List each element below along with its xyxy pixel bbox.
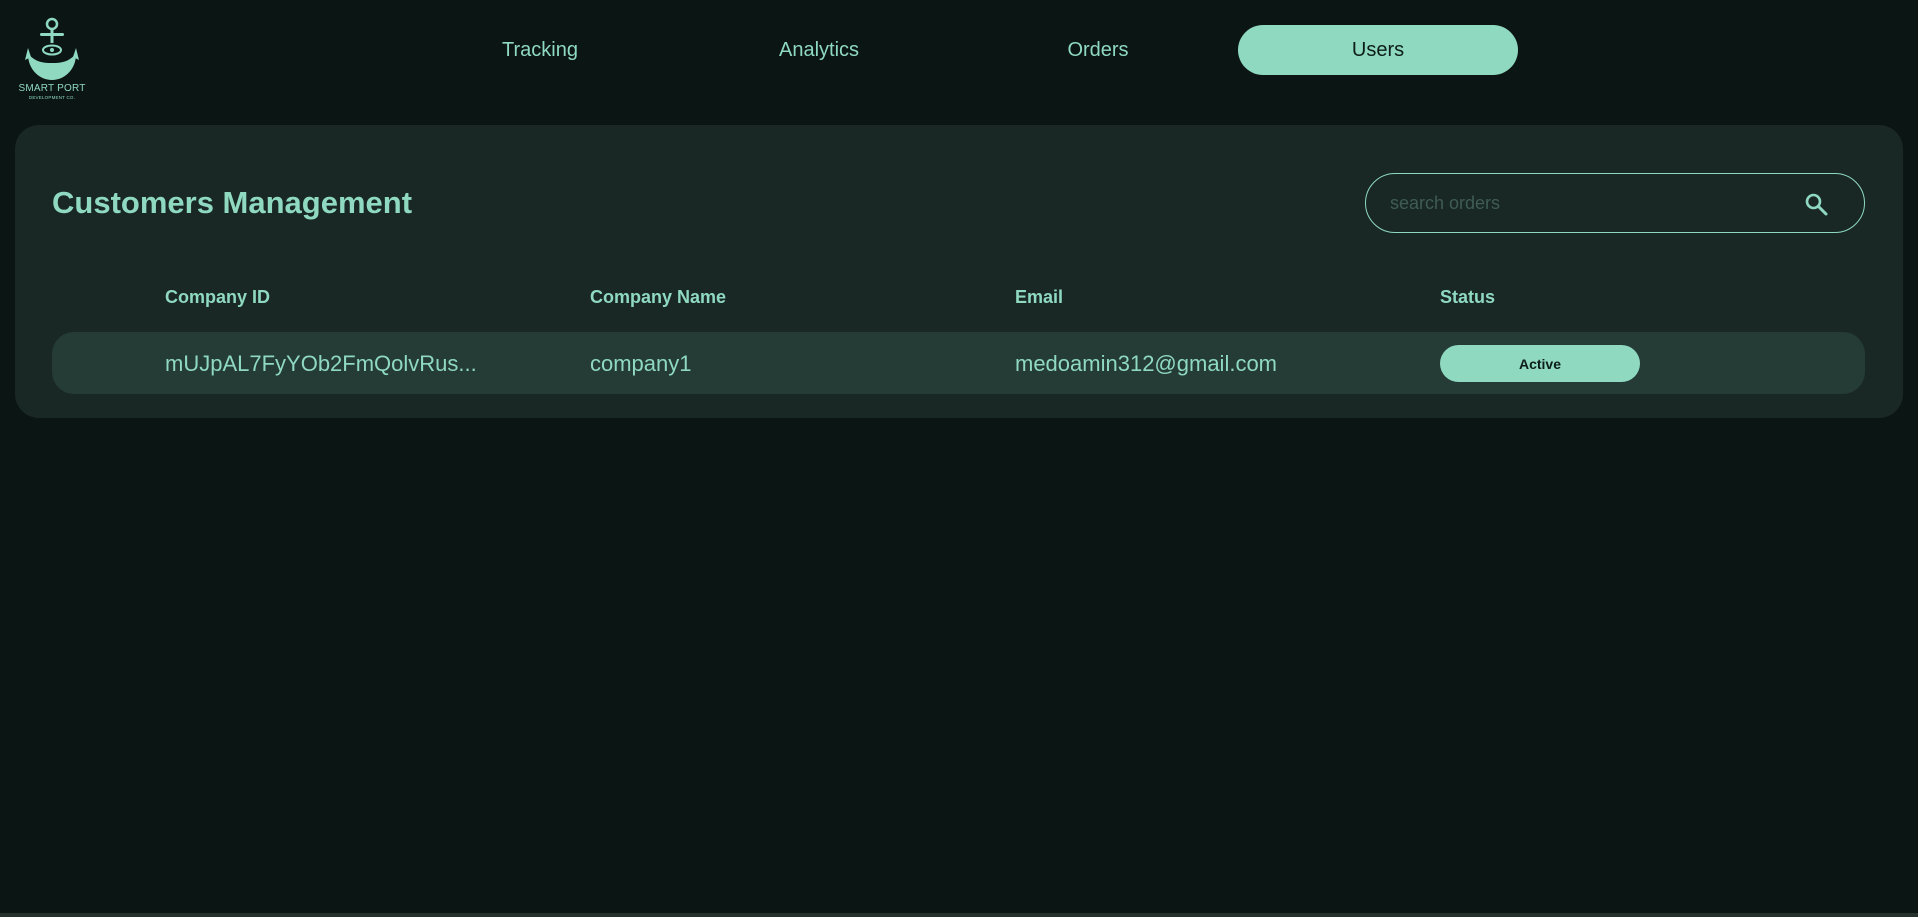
column-header-company-name[interactable]: Company Name: [590, 287, 726, 308]
brand-subtitle: DEVELOPMENT CO.: [28, 95, 76, 100]
nav-tab-tracking[interactable]: Tracking: [400, 25, 680, 75]
nav-tab-users[interactable]: Users: [1238, 25, 1518, 75]
brand-name: SMART PORT: [18, 83, 86, 94]
nav-tab-analytics[interactable]: Analytics: [679, 25, 959, 75]
top-navigation: Tracking Analytics Orders Users: [0, 25, 1918, 75]
table-row[interactable]: mUJpAL7FyYOb2FmQolvRus... company1 medoa…: [52, 332, 1865, 394]
cell-email: medoamin312@gmail.com: [1015, 351, 1278, 376]
cell-company-id: mUJpAL7FyYOb2FmQolvRus...: [165, 351, 477, 376]
search-input[interactable]: [1390, 174, 1790, 232]
column-header-email[interactable]: Email: [1015, 287, 1063, 308]
bottom-divider: [0, 913, 1918, 917]
status-badge[interactable]: Active: [1440, 345, 1640, 382]
search-icon[interactable]: [1804, 192, 1828, 216]
page-title: Customers Management: [52, 185, 413, 220]
nav-tab-orders[interactable]: Orders: [958, 25, 1238, 75]
search-box[interactable]: [1365, 173, 1865, 233]
customers-panel: Customers Management Company ID Company …: [15, 125, 1903, 418]
cell-company-name: company1: [590, 351, 692, 376]
column-header-status[interactable]: Status: [1440, 287, 1495, 308]
column-header-company-id[interactable]: Company ID: [165, 287, 270, 308]
